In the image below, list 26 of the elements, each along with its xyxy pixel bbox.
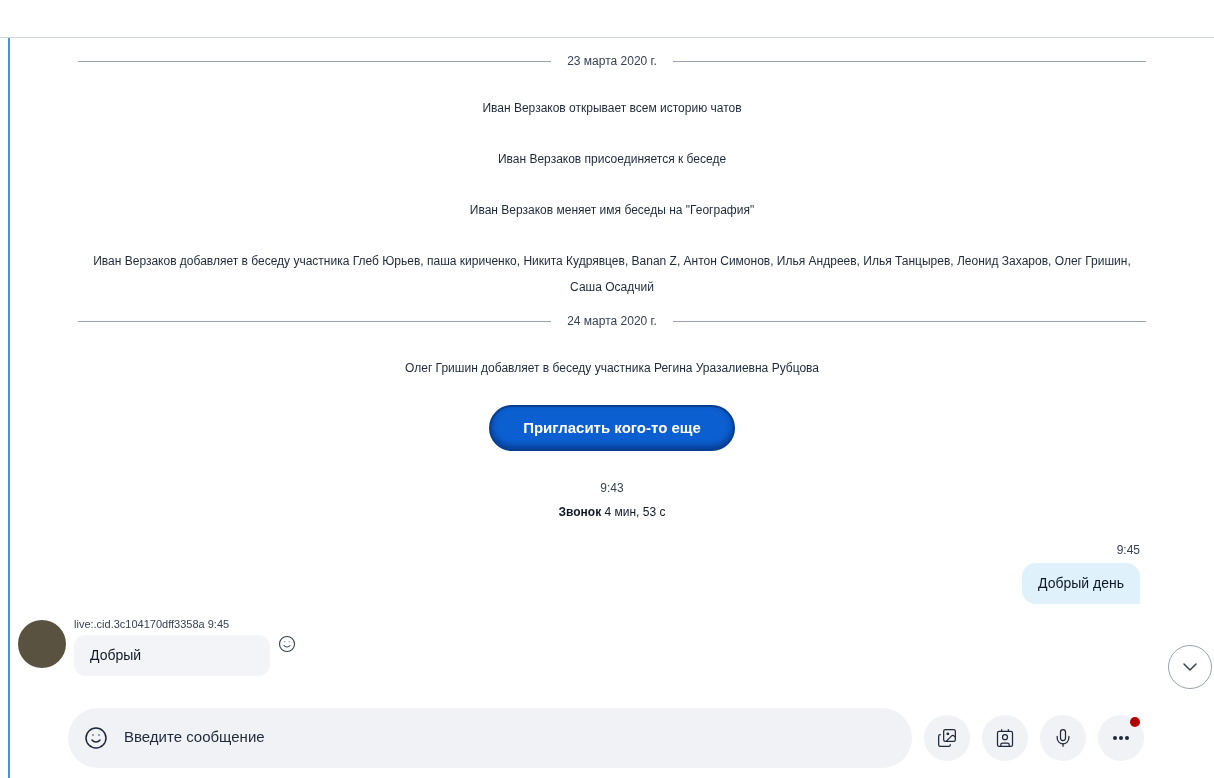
message-time: 9:45 — [1116, 542, 1140, 559]
received-message: Добрый — [74, 634, 270, 676]
system-message: Иван Верзаков добавляет в беседу участника Глеб Юрьев, паша кириченко, Никита Кудрявцев, Banan Z, Антон Симонов, Илья Андреев, Илья Танцырев, Леонид Захаров, Олег Гришин, Саша Осадчий — [92, 253, 1132, 296]
contact-card-button[interactable] — [982, 714, 1028, 761]
invite-button[interactable]: Пригласить кого-то еще — [489, 405, 735, 451]
more-button[interactable] — [1098, 714, 1144, 761]
message-input-field[interactable]: Введите сообщение — [124, 726, 912, 749]
media-button[interactable] — [924, 714, 970, 761]
images-icon — [937, 727, 957, 748]
sender-name: live:.cid.3c104170dff3358a 9:45 — [74, 617, 231, 632]
reaction-icon[interactable] — [278, 634, 296, 653]
message-input-box[interactable]: Введите сообщение — [68, 707, 912, 768]
system-message: Иван Верзаков присоединяется к беседе — [497, 151, 727, 168]
system-message: Иван Верзаков открывает всем историю чатов — [482, 100, 742, 117]
date-separator: 23 марта 2020 г. — [567, 53, 657, 70]
microphone-button[interactable] — [1040, 714, 1086, 761]
contact-card-icon — [995, 727, 1015, 748]
date-separator: 24 марта 2020 г. — [567, 313, 657, 330]
emoji-icon[interactable] — [84, 725, 108, 750]
system-message: Иван Верзаков меняет имя беседы на "География" — [469, 202, 755, 219]
call-summary: Звонок 4 мин, 53 с — [558, 504, 666, 521]
call-time: 9:43 — [600, 480, 624, 497]
system-message: Олег Гришин добавляет в беседу участника Регина Уразалиевна Рубцова — [405, 360, 819, 377]
more-icon — [1113, 735, 1129, 740]
sent-message: Добрый день — [1022, 563, 1140, 604]
avatar-placeholder — [18, 620, 66, 668]
